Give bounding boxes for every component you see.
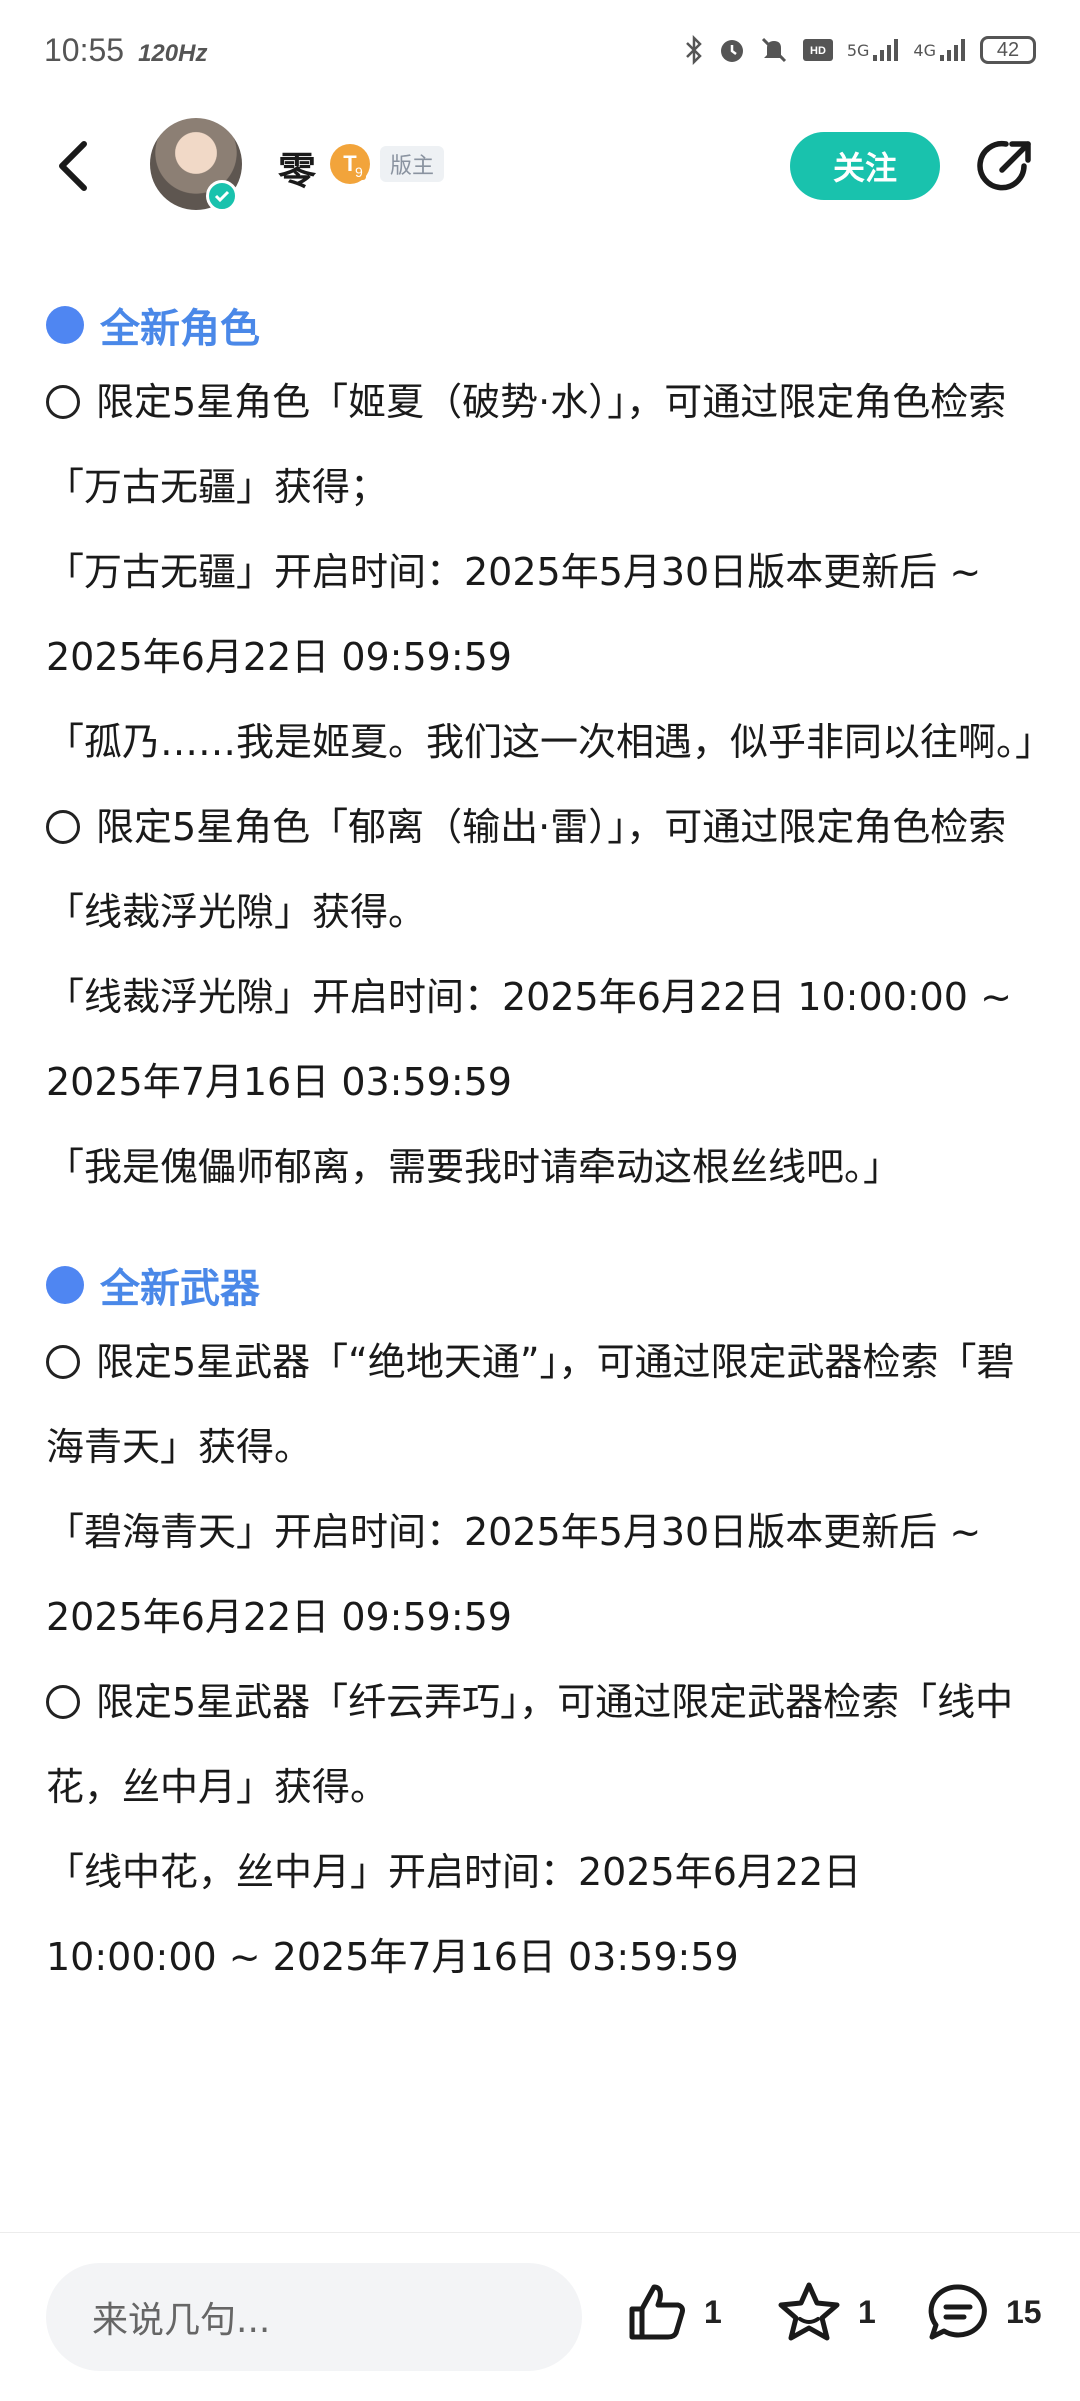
alarm-icon xyxy=(717,35,747,65)
post-content: 全新角色 限定5星角色「姬夏（破势·水）」，可通过限定角色检索「万古无疆」获得；… xyxy=(46,290,1053,2000)
paragraph: 限定5星角色「郁离（输出·雷）」，可通过限定角色检索「线裁浮光隙」获得。 xyxy=(46,785,1036,955)
paragraph: 「线裁浮光隙」开启时间：2025年6月22日 10:00:00 ~ 2025年7… xyxy=(46,955,1036,1125)
comment-bubble-icon xyxy=(928,2284,987,2340)
signal-5g-icon: 5G xyxy=(847,37,902,63)
paragraph: 「孤乃……我是姬夏。我们这一次相遇，似乎非同以往啊。」 xyxy=(46,700,1053,785)
paragraph-text: 限定5星武器「“绝地天通”」，可通过限定武器检索「碧海青天」获得。 xyxy=(46,1340,1015,1469)
paragraph-text: 「碧海青天」开启时间：2025年5月30日版本更新后 ~ 2025年6月22日 … xyxy=(46,1510,982,1639)
refresh-rate: 120Hz xyxy=(138,39,208,67)
paragraph: 「碧海青天」开启时间：2025年5月30日版本更新后 ~ 2025年6月22日 … xyxy=(46,1490,1036,1660)
hd-icon: HD xyxy=(801,35,835,65)
circle-bullet-icon xyxy=(46,385,80,419)
status-left: 10:55 120Hz xyxy=(44,32,207,69)
share-button[interactable] xyxy=(974,136,1036,198)
paragraph: 「线中花，丝中月」开启时间：2025年6月22日 10:00:00 ~ 2025… xyxy=(46,1830,1036,2000)
share-icon xyxy=(977,140,1031,191)
circle-bullet-icon xyxy=(46,810,80,844)
moderator-tag: 版主 xyxy=(380,146,445,182)
bullet-dot-icon xyxy=(46,1266,84,1304)
bluetooth-icon xyxy=(683,35,705,65)
favorite-button[interactable]: 1 xyxy=(776,2281,876,2343)
comment-input[interactable]: 来说几句... xyxy=(46,2263,582,2371)
paragraph: 限定5星武器「纤云弄巧」，可通过限定武器检索「线中花，丝中月」获得。 xyxy=(46,1660,1036,1830)
battery-icon: 42 xyxy=(980,36,1036,64)
like-count: 1 xyxy=(704,2293,722,2330)
post-header: 零 T 9 版主 关注 xyxy=(0,110,1080,220)
paragraph-text: 「万古无疆」开启时间：2025年5月30日版本更新后 ~ 2025年6月22日 … xyxy=(46,550,982,679)
like-button[interactable]: 1 xyxy=(626,2281,722,2343)
section-title-text: 全新角色 xyxy=(100,306,260,352)
favorite-count: 1 xyxy=(858,2293,876,2330)
section-weapons: 全新武器 限定5星武器「“绝地天通”」，可通过限定武器检索「碧海青天」获得。 「… xyxy=(46,1250,1036,2000)
section-characters: 全新角色 限定5星角色「姬夏（破势·水）」，可通过限定角色检索「万古无疆」获得；… xyxy=(46,290,1053,1210)
comment-placeholder: 来说几句... xyxy=(92,2300,271,2341)
paragraph-text: 限定5星角色「郁离（输出·雷）」，可通过限定角色检索「线裁浮光隙」获得。 xyxy=(46,805,1007,934)
circle-bullet-icon xyxy=(46,1345,80,1379)
section-title-text: 全新武器 xyxy=(100,1266,260,1312)
username[interactable]: 零 xyxy=(278,140,316,195)
paragraph-text: 「我是傀儡师郁离，需要我时请牵动这根丝线吧。」 xyxy=(46,1145,902,1189)
star-icon xyxy=(778,2282,840,2341)
status-time: 10:55 xyxy=(44,31,125,68)
comment-count: 15 xyxy=(1006,2293,1042,2330)
paragraph: 「我是傀儡师郁离，需要我时请牵动这根丝线吧。」 xyxy=(46,1125,1036,1210)
bottom-action-bar: 来说几句... 1 1 15 xyxy=(0,2232,1080,2401)
paragraph-text: 限定5星角色「姬夏（破势·水）」，可通过限定角色检索「万古无疆」获得； xyxy=(46,380,1007,509)
section-title: 全新武器 xyxy=(46,1250,1036,1320)
paragraph-text: 「孤乃……我是姬夏。我们这一次相遇，似乎非同以往啊。」 xyxy=(46,720,1054,764)
network-4g-label: 4G xyxy=(913,40,936,60)
level-number: 9 xyxy=(352,164,366,180)
status-bar: 10:55 120Hz HD 5G 4G 42 xyxy=(0,0,1080,100)
svg-text:HD: HD xyxy=(810,45,826,57)
mute-icon xyxy=(759,35,789,65)
status-icons: HD 5G 4G 42 xyxy=(683,35,1036,65)
verified-icon xyxy=(206,180,238,212)
section-title: 全新角色 xyxy=(46,290,1036,360)
paragraph: 限定5星武器「“绝地天通”」，可通过限定武器检索「碧海青天」获得。 xyxy=(46,1320,1036,1490)
paragraph: 「万古无疆」开启时间：2025年5月30日版本更新后 ~ 2025年6月22日 … xyxy=(46,530,1036,700)
paragraph-text: 限定5星武器「纤云弄巧」，可通过限定武器检索「线中花，丝中月」获得。 xyxy=(46,1680,1014,1809)
signal-4g-icon: 4G xyxy=(913,37,968,63)
paragraph-text: 「线裁浮光隙」开启时间：2025年6月22日 10:00:00 ~ 2025年7… xyxy=(46,975,1012,1104)
network-5g-label: 5G xyxy=(846,40,870,60)
back-arrow-icon xyxy=(59,141,87,191)
paragraph: 限定5星角色「姬夏（破势·水）」，可通过限定角色检索「万古无疆」获得； xyxy=(46,360,1036,530)
thumbs-up-icon xyxy=(629,2284,685,2340)
bullet-dot-icon xyxy=(46,306,84,344)
circle-bullet-icon xyxy=(46,1685,80,1719)
follow-button[interactable]: 关注 xyxy=(790,132,940,200)
paragraph-text: 「线中花，丝中月」开启时间：2025年6月22日 10:00:00 ~ 2025… xyxy=(46,1850,862,1979)
back-button[interactable] xyxy=(52,138,102,194)
comment-button[interactable]: 15 xyxy=(926,2281,1042,2343)
